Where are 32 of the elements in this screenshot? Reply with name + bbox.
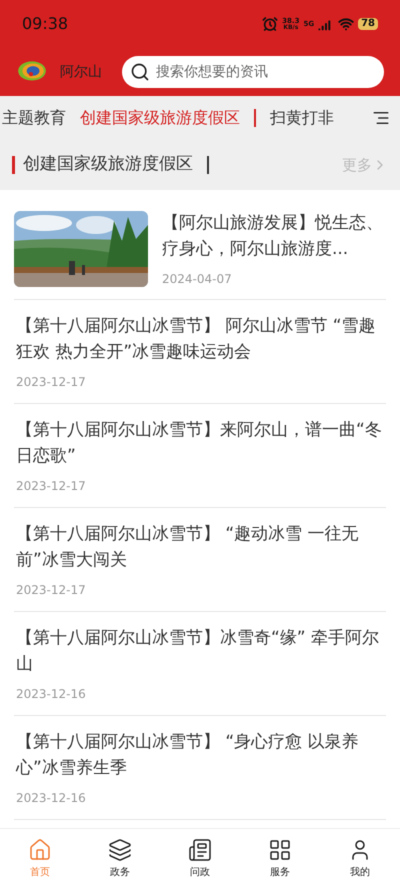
- newspaper-icon: [188, 838, 212, 862]
- layers-icon: [108, 838, 132, 862]
- grid-icon: [268, 838, 292, 862]
- article-title[interactable]: 【第十八届阿尔山冰雪节】 “趣动冰雪 一往无前”冰雪大闯关: [16, 520, 386, 572]
- search-icon: [130, 62, 150, 82]
- battery-indicator: 78: [358, 18, 378, 30]
- app-name: 阿尔山: [60, 62, 102, 82]
- category-tab[interactable]: 主题教育: [2, 106, 66, 130]
- article-title[interactable]: 【第十八届阿尔山冰雪节】 “身心疗愈 以泉养心”冰雪养生季: [16, 728, 386, 780]
- article-date: 2024-04-07: [162, 270, 233, 288]
- menu-icon[interactable]: [372, 109, 390, 127]
- category-tab[interactable]: 扫黄打非: [270, 106, 334, 130]
- article-date: 2023-12-17: [16, 582, 87, 598]
- article-title[interactable]: 【第十八届阿尔山冰雪节】冰雪奇“缘” 牵手阿尔山: [16, 624, 386, 676]
- article-date: 2023-12-16: [16, 686, 87, 702]
- home-icon: [28, 838, 52, 862]
- wifi-icon: [338, 16, 354, 32]
- nav-tab[interactable]: 我的: [320, 838, 400, 880]
- status-time: 09:38: [22, 13, 68, 35]
- search-field[interactable]: 搜索你想要的资讯: [122, 56, 384, 88]
- category-tab[interactable]: 创建国家级旅游度假区: [80, 106, 240, 130]
- article-title[interactable]: 【阿尔山旅游发展】悦生态、疗身心，阿尔山旅游度...: [162, 210, 386, 262]
- section-title: 创建国家级旅游度假区: [23, 153, 193, 176]
- article-date: 2023-12-17: [16, 374, 87, 390]
- nav-tab[interactable]: 问政: [160, 838, 240, 880]
- article-title[interactable]: 【第十八届阿尔山冰雪节】来阿尔山，谱一曲“冬日恋歌”: [16, 416, 386, 468]
- article-date: 2023-12-17: [16, 478, 87, 494]
- nav-tab[interactable]: 服务: [240, 838, 320, 880]
- nav-tab[interactable]: 政务: [80, 838, 160, 880]
- article-title[interactable]: 【第十八届阿尔山冰雪节】 阿尔山冰雪节 “雪趣狂欢 热力全开”冰雪趣味运动会: [16, 312, 386, 364]
- article-date: 2023-12-16: [16, 790, 87, 806]
- alarm-icon: [262, 16, 278, 32]
